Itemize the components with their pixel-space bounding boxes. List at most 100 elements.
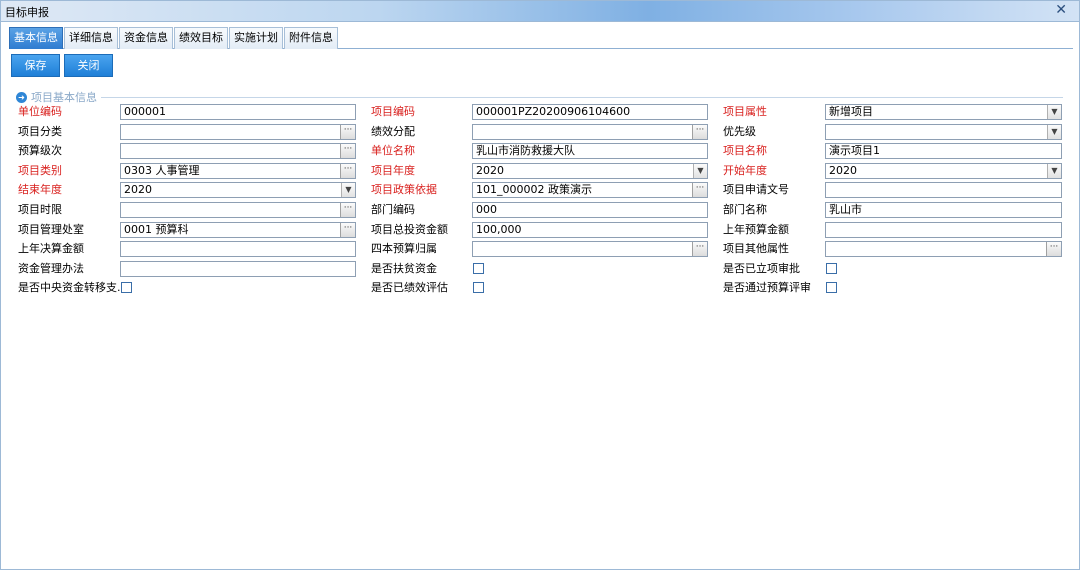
field-label: 项目申请文号 — [723, 183, 789, 196]
field-label: 项目编码 — [371, 105, 415, 118]
ellipsis-icon[interactable]: ··· — [340, 125, 355, 139]
chevron-down-icon[interactable]: ▼ — [1047, 105, 1061, 119]
tab-6[interactable]: 附件信息 — [284, 27, 338, 49]
field-label: 单位编码 — [18, 105, 62, 118]
chevron-down-icon[interactable]: ▼ — [1047, 125, 1061, 139]
field-value: 101_000002 政策演示 — [476, 183, 592, 196]
checkbox[interactable] — [826, 282, 837, 293]
picker-field[interactable]: ··· — [120, 124, 356, 140]
field-label: 是否中央资金转移支... — [18, 281, 128, 294]
field-value: 000 — [476, 203, 497, 216]
field-label: 项目类别 — [18, 164, 62, 177]
field-label: 项目管理处室 — [18, 223, 84, 236]
close-window-icon[interactable]: ✕ — [1055, 2, 1067, 18]
field-value: 新增项目 — [829, 105, 873, 118]
picker-field[interactable]: ··· — [120, 202, 356, 218]
field-value: 000001PZ20200906104600 — [476, 105, 631, 118]
ellipsis-icon[interactable]: ··· — [1046, 242, 1061, 256]
field-label: 项目属性 — [723, 105, 767, 118]
tab-2[interactable]: 详细信息 — [64, 27, 118, 49]
section-title: 项目基本信息 — [31, 91, 97, 104]
text-field[interactable]: 000 — [472, 202, 708, 218]
tab-5[interactable]: 实施计划 — [229, 27, 283, 49]
field-label: 部门名称 — [723, 203, 767, 216]
field-label: 项目分类 — [18, 125, 62, 138]
checkbox[interactable] — [826, 263, 837, 274]
field-label: 结束年度 — [18, 183, 62, 196]
title-bar: 目标申报 ✕ — [1, 1, 1079, 22]
field-label: 项目时限 — [18, 203, 62, 216]
ellipsis-icon[interactable]: ··· — [692, 125, 707, 139]
close-button[interactable]: 关闭 — [64, 54, 113, 77]
tab-4[interactable]: 绩效目标 — [174, 27, 228, 49]
picker-field[interactable]: ··· — [120, 143, 356, 159]
field-value: 2020 — [829, 164, 857, 177]
field-label: 是否已立项审批 — [723, 262, 800, 275]
chevron-down-icon[interactable]: ▼ — [341, 183, 355, 197]
ellipsis-icon[interactable]: ··· — [340, 203, 355, 217]
field-value: 2020 — [124, 183, 152, 196]
window-title: 目标申报 — [5, 6, 49, 19]
field-value: 0001 预算科 — [124, 223, 189, 236]
chevron-down-icon[interactable]: ▼ — [1047, 164, 1061, 178]
field-value: 2020 — [476, 164, 504, 177]
ellipsis-icon[interactable]: ··· — [692, 242, 707, 256]
picker-field[interactable]: 0303 人事管理 ··· — [120, 163, 356, 179]
field-label: 是否已绩效评估 — [371, 281, 448, 294]
field-label: 是否通过预算评审 — [723, 281, 811, 294]
picker-field[interactable]: ··· — [825, 241, 1062, 257]
select-field[interactable]: ▼ — [825, 124, 1062, 140]
field-value: 100,000 — [476, 223, 522, 236]
field-label: 是否扶贫资金 — [371, 262, 437, 275]
section-divider — [101, 97, 1063, 98]
target-declaration-window: 目标申报 ✕ 基本信息 详细信息 资金信息 绩效目标 实施计划 附件信息 保存 关闭 ➜ … — [0, 0, 1080, 570]
text-field[interactable]: 演示项目1 — [825, 143, 1062, 159]
field-label: 四本预算归属 — [371, 242, 437, 255]
tab-3[interactable]: 资金信息 — [119, 27, 173, 49]
select-field[interactable]: 2020 ▼ — [825, 163, 1062, 179]
field-label: 开始年度 — [723, 164, 767, 177]
text-field[interactable] — [825, 182, 1062, 198]
field-label: 资金管理办法 — [18, 262, 84, 275]
checkbox[interactable] — [473, 282, 484, 293]
section-header: ➜ 项目基本信息 — [16, 90, 97, 104]
field-label: 项目其他属性 — [723, 242, 789, 255]
field-value: 演示项目1 — [829, 144, 880, 157]
field-value: 乳山市消防救援大队 — [476, 144, 575, 157]
field-label: 项目名称 — [723, 144, 767, 157]
picker-field[interactable]: ··· — [472, 241, 708, 257]
tab-bar: 基本信息 详细信息 资金信息 绩效目标 实施计划 附件信息 — [9, 27, 1073, 49]
select-field[interactable]: 2020 ▼ — [472, 163, 708, 179]
checkbox[interactable] — [121, 282, 132, 293]
picker-field[interactable]: 0001 预算科 ··· — [120, 222, 356, 238]
picker-field[interactable]: ··· — [472, 124, 708, 140]
text-field[interactable] — [825, 222, 1062, 238]
ellipsis-icon[interactable]: ··· — [340, 164, 355, 178]
field-label: 优先级 — [723, 125, 756, 138]
ellipsis-icon[interactable]: ··· — [340, 144, 355, 158]
text-field[interactable]: 000001 — [120, 104, 356, 120]
field-value: 000001 — [124, 105, 166, 118]
text-field[interactable]: 乳山市消防救援大队 — [472, 143, 708, 159]
field-label: 项目总投资金额 — [371, 223, 448, 236]
field-label: 上年决算金额 — [18, 242, 84, 255]
select-field[interactable]: 2020 ▼ — [120, 182, 356, 198]
text-field[interactable]: 乳山市 — [825, 202, 1062, 218]
text-field[interactable]: 000001PZ20200906104600 — [472, 104, 708, 120]
field-label: 部门编码 — [371, 203, 415, 216]
field-value: 乳山市 — [829, 203, 862, 216]
tab-1[interactable]: 基本信息 — [9, 27, 63, 49]
field-label: 上年预算金额 — [723, 223, 789, 236]
ellipsis-icon[interactable]: ··· — [340, 223, 355, 237]
text-field[interactable] — [120, 261, 356, 277]
checkbox[interactable] — [473, 263, 484, 274]
picker-field[interactable]: 101_000002 政策演示 ··· — [472, 182, 708, 198]
ellipsis-icon[interactable]: ··· — [692, 183, 707, 197]
select-field[interactable]: 新增项目 ▼ — [825, 104, 1062, 120]
text-field[interactable] — [120, 241, 356, 257]
text-field[interactable]: 100,000 — [472, 222, 708, 238]
chevron-down-icon[interactable]: ▼ — [693, 164, 707, 178]
save-button[interactable]: 保存 — [11, 54, 60, 77]
field-label: 项目年度 — [371, 164, 415, 177]
arrow-right-icon: ➜ — [16, 91, 27, 103]
